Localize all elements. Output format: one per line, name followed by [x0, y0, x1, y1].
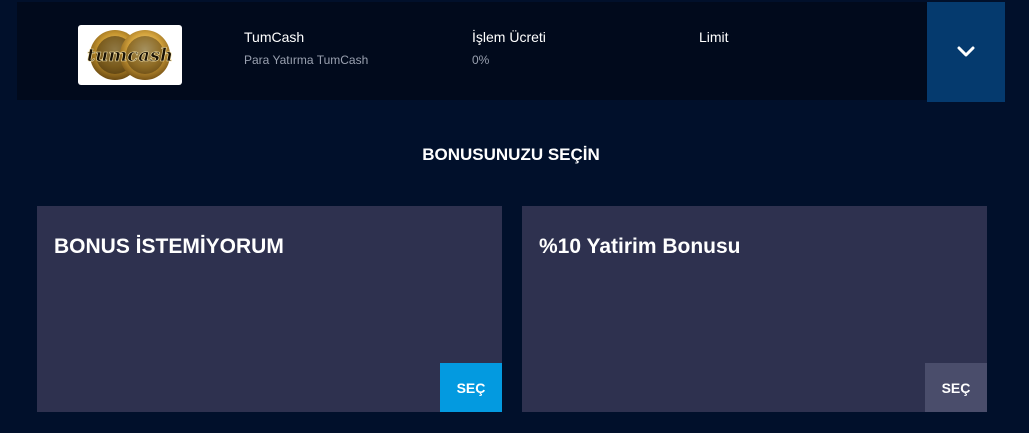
tumcash-logo-graphic: tumcash [87, 30, 173, 80]
bonus-option-card[interactable]: %10 Yatirim Bonusu SEÇ [522, 206, 987, 412]
select-bonus-button[interactable]: SEÇ [440, 363, 502, 412]
svg-text:tumcash: tumcash [87, 45, 173, 66]
payment-method-row[interactable]: tumcash TumCash Para Yatırma TumCash İşl… [17, 2, 1005, 102]
bonus-option-card[interactable]: BONUS İSTEMİYORUM SEÇ [37, 206, 502, 412]
bonus-option-title: BONUS İSTEMİYORUM [54, 235, 284, 258]
bonus-option-title: %10 Yatirim Bonusu [539, 235, 741, 258]
chevron-down-icon [957, 46, 975, 57]
fee-value: 0% [472, 53, 490, 67]
payment-page: tumcash TumCash Para Yatırma TumCash İşl… [0, 0, 1029, 433]
bonus-section-title: BONUSUNUZU SEÇİN [422, 145, 600, 164]
tumcash-logo: tumcash [78, 25, 182, 85]
method-subtitle: Para Yatırma TumCash [244, 53, 369, 67]
method-name-column: TumCash Para Yatırma TumCash [244, 28, 368, 68]
limit-label: Limit [699, 29, 729, 45]
select-bonus-button[interactable]: SEÇ [925, 363, 987, 412]
fee-column: İşlem Ücreti 0% [472, 28, 546, 68]
limit-column: Limit [699, 28, 729, 46]
expand-button[interactable] [927, 2, 1005, 102]
fee-label: İşlem Ücreti [472, 29, 546, 45]
method-name: TumCash [244, 29, 305, 45]
